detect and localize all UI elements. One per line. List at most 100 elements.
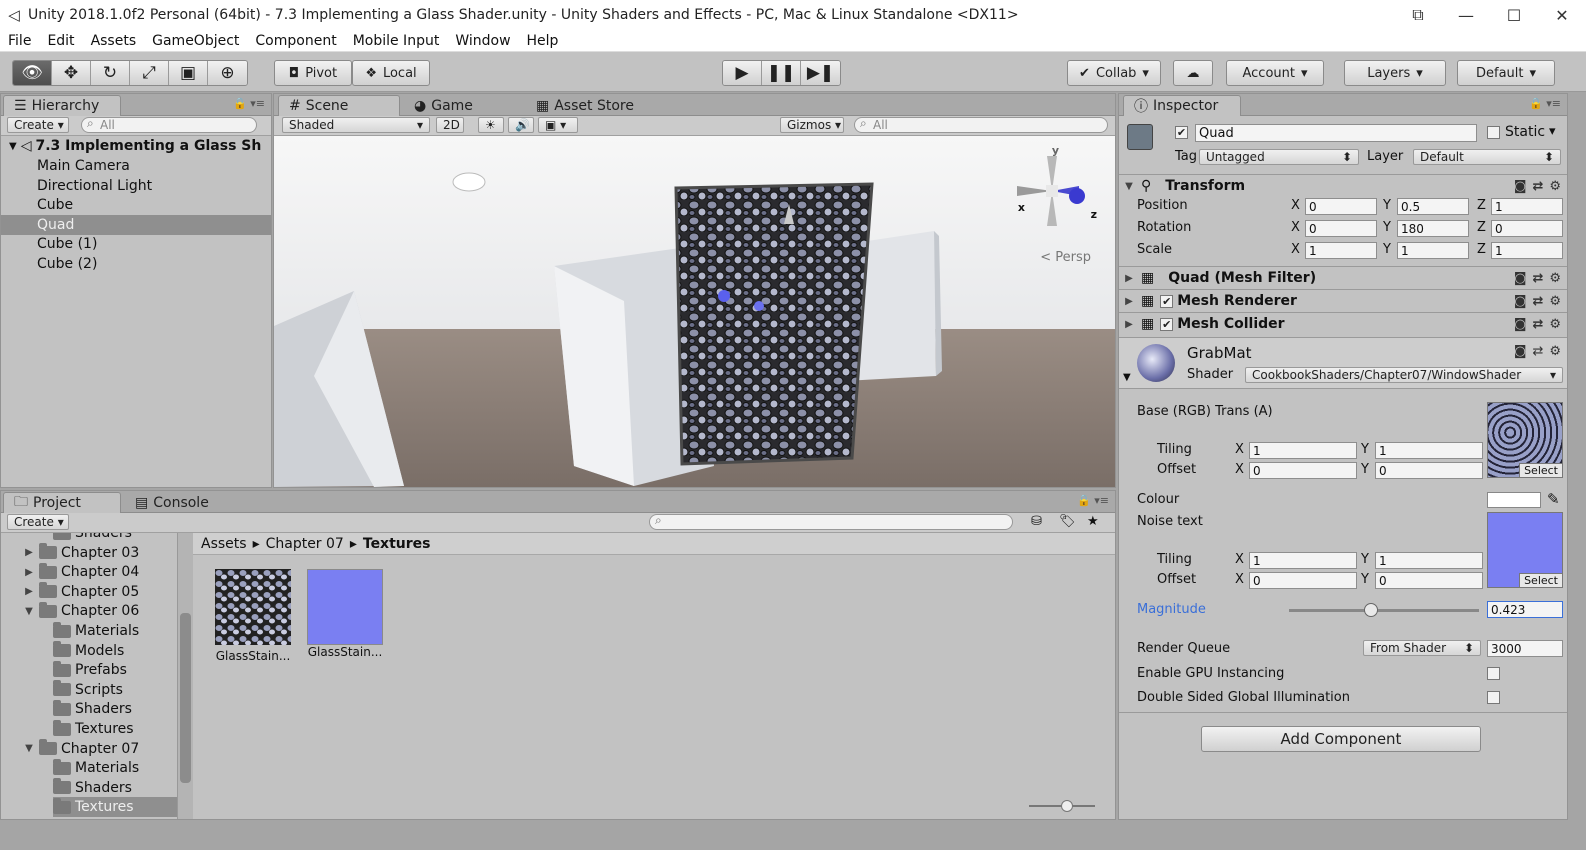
hierarchy-item[interactable]: Cube (1) [1, 234, 271, 254]
expand-arrow-icon[interactable]: ▶ [1123, 319, 1135, 330]
project-search-input[interactable] [649, 513, 1013, 530]
tree-scrollbar[interactable] [177, 533, 193, 819]
scene-root-row[interactable]: ▼ ◁ 7.3 Implementing a Glass Sh [1, 136, 271, 156]
material-collapse-icon[interactable]: ▼ [1123, 372, 1131, 383]
noise-offset-y-input[interactable]: 0 [1375, 572, 1483, 589]
base-tiling-y-input[interactable]: 1 [1375, 442, 1483, 459]
shading-mode-dropdown[interactable]: Shaded ▾ [282, 117, 430, 133]
mesh-collider-header[interactable]: ▶ ▦ ✔ Mesh Collider ◙ ⇄ ⚙ [1119, 312, 1567, 335]
transform-rotation-x-input[interactable]: 0 [1305, 220, 1377, 237]
transform-tool-icon[interactable]: ⊕ [208, 61, 247, 85]
menu-file[interactable]: File [0, 33, 39, 49]
view-tool-eye-icon[interactable]: 👁 [13, 61, 52, 85]
folder-tree-item[interactable]: Textures [53, 719, 177, 739]
layer-dropdown[interactable]: Default ⬍ [1413, 149, 1561, 165]
base-select-button[interactable]: Select [1519, 463, 1562, 477]
transform-scale-z-input[interactable]: 1 [1491, 242, 1563, 259]
noise-texture-slot[interactable]: Select [1487, 512, 1563, 588]
static-checkbox[interactable] [1487, 126, 1500, 139]
expand-arrow-icon[interactable]: ▶ [1123, 296, 1135, 307]
object-name-input[interactable]: Quad [1195, 124, 1477, 142]
colour-swatch[interactable] [1487, 492, 1541, 508]
hierarchy-item[interactable]: Cube (2) [1, 254, 271, 274]
tab-asset-store[interactable]: ▦ Asset Store [526, 95, 666, 116]
render-queue-dropdown[interactable]: From Shader ⬍ [1363, 640, 1481, 656]
minimize-button[interactable]: — [1442, 0, 1490, 30]
audio-toggle-icon[interactable]: 🔊 [508, 117, 534, 133]
noise-tiling-y-input[interactable]: 1 [1375, 552, 1483, 569]
help-icon[interactable]: ◙ [1514, 271, 1527, 286]
static-dropdown-icon[interactable]: ▾ [1549, 124, 1556, 139]
transform-rotation-y-input[interactable]: 180 [1397, 220, 1469, 237]
preset-icon[interactable]: ⇄ [1532, 271, 1543, 286]
settings-gear-icon[interactable]: ⚙ [1549, 294, 1561, 309]
settings-gear-icon[interactable]: ⚙ [1549, 179, 1561, 194]
asset-glass-stain-noise[interactable]: GlassStain... [305, 569, 385, 669]
settings-gear-icon[interactable]: ⚙ [1549, 317, 1561, 332]
glass-quad-mesh[interactable] [674, 182, 874, 466]
active-checkbox[interactable]: ✔ [1175, 126, 1188, 139]
breadcrumb-chapter-07[interactable]: Chapter 07 [266, 536, 344, 552]
folder-tree-item[interactable]: ▶ Chapter 03 [23, 543, 177, 563]
preset-icon[interactable]: ⇄ [1532, 294, 1543, 309]
play-icon[interactable]: ▶ [723, 61, 762, 85]
expand-arrow-icon[interactable]: ▶ [23, 586, 35, 597]
magnitude-slider-thumb[interactable] [1364, 603, 1378, 617]
scale-tool-icon[interactable]: ⤢ [130, 61, 169, 85]
folder-tree-item[interactable]: Shaders [53, 533, 177, 543]
project-create-dropdown[interactable]: Create ▾ [7, 514, 69, 530]
collab-dropdown[interactable]: ✔ Collab ▾ [1067, 60, 1161, 86]
folder-tree-item[interactable]: Textures [53, 797, 177, 818]
transform-scale-x-input[interactable]: 1 [1305, 242, 1377, 259]
tab-console[interactable]: ▤ Console [125, 492, 235, 513]
expand-arrow-icon[interactable]: ▼ [23, 606, 35, 617]
base-offset-x-input[interactable]: 0 [1249, 462, 1357, 479]
breadcrumb-textures[interactable]: Textures [363, 536, 431, 552]
hierarchy-item[interactable]: Quad [1, 214, 271, 235]
breadcrumb-assets[interactable]: Assets [201, 536, 247, 552]
folder-tree-item[interactable]: Scripts [53, 680, 177, 700]
tab-scene[interactable]: # Scene [278, 95, 400, 116]
help-icon[interactable]: ◙ [1514, 179, 1527, 194]
magnitude-input[interactable]: 0.423 [1487, 601, 1563, 618]
shader-dropdown[interactable]: CookbookShaders/Chapter07/WindowShader ▾ [1245, 367, 1563, 383]
transform-header[interactable]: ▼ ⚲ Transform ◙ ⇄ ⚙ [1119, 174, 1567, 197]
help-icon[interactable]: ◙ [1514, 317, 1527, 332]
hierarchy-create-dropdown[interactable]: Create ▾ [7, 117, 69, 133]
menu-help[interactable]: Help [519, 33, 567, 49]
transform-position-y-input[interactable]: 0.5 [1397, 198, 1469, 215]
layout-dropdown[interactable]: Default ▾ [1457, 60, 1555, 86]
folder-tree-item[interactable]: ▼ Chapter 07 [23, 739, 177, 759]
rect-tool-icon[interactable]: ▣ [169, 61, 208, 85]
tab-project[interactable]: 🗀 Project [3, 492, 121, 513]
hierarchy-search-input[interactable]: All [81, 116, 257, 133]
help-icon[interactable]: ◙ [1514, 294, 1527, 309]
menu-gameobject[interactable]: GameObject [144, 33, 247, 49]
menu-mobile-input[interactable]: Mobile Input [345, 33, 448, 49]
asset-glass-stain-texture[interactable]: GlassStain... [213, 569, 293, 669]
hierarchy-item[interactable]: Directional Light [1, 176, 271, 196]
add-component-button[interactable]: Add Component [1201, 726, 1481, 752]
magnitude-slider[interactable] [1289, 609, 1479, 612]
eyedropper-icon[interactable]: ✎ [1547, 490, 1560, 508]
double-sided-gi-checkbox[interactable] [1487, 691, 1500, 704]
hierarchy-item[interactable]: Main Camera [1, 156, 271, 176]
close-button[interactable]: ✕ [1538, 0, 1586, 30]
base-tiling-x-input[interactable]: 1 [1249, 442, 1357, 459]
expand-arrow-icon[interactable]: ▼ [23, 743, 35, 754]
folder-tree-item[interactable]: Prefabs [53, 660, 177, 680]
tab-game[interactable]: ◕ Game [404, 95, 524, 116]
transform-scale-y-input[interactable]: 1 [1397, 242, 1469, 259]
gizmos-dropdown[interactable]: Gizmos ▾ [780, 117, 844, 133]
tab-hierarchy[interactable]: ☰ Hierarchy [3, 95, 121, 116]
help-icon[interactable]: ◙ [1514, 344, 1527, 359]
cloud-button[interactable]: ☁ [1173, 60, 1213, 86]
menu-edit[interactable]: Edit [39, 33, 82, 49]
expand-arrow-icon[interactable]: ▶ [23, 547, 35, 558]
preset-icon[interactable]: ⇄ [1532, 344, 1543, 359]
lighting-toggle-icon[interactable]: ☀ [478, 117, 504, 133]
tag-dropdown[interactable]: Untagged ⬍ [1199, 149, 1359, 165]
step-icon[interactable]: ▶❚ [801, 61, 840, 85]
inspector-lock-icon[interactable]: 🔒 ▾≡ [1529, 97, 1561, 110]
collapse-arrow-icon[interactable]: ▼ [1123, 181, 1135, 192]
